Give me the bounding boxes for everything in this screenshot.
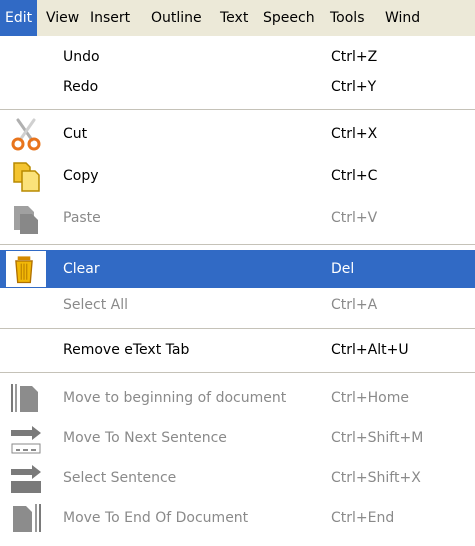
menu-view[interactable]: View [41, 0, 84, 36]
menu-separator [0, 109, 475, 110]
menu-item-label: Move To Next Sentence [63, 430, 227, 446]
menu-item-label: Remove eText Tab [63, 342, 190, 358]
menu-speech[interactable]: Speech [258, 0, 320, 36]
paste-icon [8, 200, 44, 236]
menu-separator [0, 372, 475, 373]
menu-item-label: Copy [63, 168, 99, 184]
menu-item-move-to-beginning[interactable]: Move to beginning of document Ctrl+Home [0, 378, 475, 418]
menu-item-label: Select Sentence [63, 470, 177, 486]
menu-item-shortcut: Ctrl+Home [331, 390, 409, 406]
menu-item-paste[interactable]: Paste Ctrl+V [0, 197, 475, 239]
menu-tools[interactable]: Tools [325, 0, 370, 36]
menu-separator [0, 244, 475, 245]
menu-item-label: Select All [63, 297, 128, 313]
next-sentence-icon [8, 420, 44, 456]
menu-item-copy[interactable]: Copy Ctrl+C [0, 155, 475, 197]
menu-item-redo[interactable]: Redo Ctrl+Y [0, 72, 475, 102]
menu-item-label: Cut [63, 126, 88, 142]
copy-icon [8, 158, 44, 194]
menu-item-move-to-end[interactable]: Move To End Of Document Ctrl+End [0, 498, 475, 538]
menu-separator [0, 328, 475, 329]
edit-menu-dropdown: Undo Ctrl+Z Redo Ctrl+Y Cut Ctrl+X Copy [0, 36, 475, 546]
menu-item-label: Undo [63, 49, 100, 65]
menu-item-shortcut: Ctrl+X [331, 126, 378, 142]
menu-item-shortcut: Ctrl+End [331, 510, 395, 526]
menu-item-shortcut: Ctrl+Shift+M [331, 430, 424, 446]
menu-item-shortcut: Ctrl+Alt+U [331, 342, 409, 358]
menu-item-shortcut: Del [331, 261, 355, 277]
menu-item-shortcut: Ctrl+A [331, 297, 378, 313]
menu-item-label: Clear [63, 261, 100, 277]
menu-item-move-to-next-sentence[interactable]: Move To Next Sentence Ctrl+Shift+M [0, 418, 475, 458]
menu-item-label: Move To End Of Document [63, 510, 249, 526]
move-to-beginning-icon [8, 380, 44, 416]
menu-item-shortcut: Ctrl+Y [331, 79, 377, 95]
menu-item-label: Paste [63, 210, 101, 226]
menu-item-remove-etext-tab[interactable]: Remove eText Tab Ctrl+Alt+U [0, 332, 475, 368]
menu-item-clear[interactable]: Clear Del [0, 250, 475, 288]
menu-item-label: Redo [63, 79, 99, 95]
menu-text[interactable]: Text [215, 0, 253, 36]
menu-bar: Edit View Insert Outline Text Speech Too… [0, 0, 475, 37]
menu-item-shortcut: Ctrl+V [331, 210, 378, 226]
menu-window[interactable]: Wind [380, 0, 425, 36]
menu-item-undo[interactable]: Undo Ctrl+Z [0, 42, 475, 72]
menu-edit[interactable]: Edit [0, 0, 38, 36]
menu-item-shortcut: Ctrl+Shift+X [331, 470, 421, 486]
menu-item-select-all[interactable]: Select All Ctrl+A [0, 288, 475, 322]
menu-item-shortcut: Ctrl+Z [331, 49, 378, 65]
menu-item-select-sentence[interactable]: Select Sentence Ctrl+Shift+X [0, 458, 475, 498]
menu-outline[interactable]: Outline [146, 0, 207, 36]
trash-icon [6, 251, 46, 287]
move-to-end-icon [8, 500, 44, 536]
select-sentence-icon [8, 460, 44, 496]
menu-item-label: Move to beginning of document [63, 390, 287, 406]
menu-item-shortcut: Ctrl+C [331, 168, 378, 184]
scissors-icon [8, 116, 44, 152]
menu-item-cut[interactable]: Cut Ctrl+X [0, 113, 475, 155]
menu-insert[interactable]: Insert [85, 0, 135, 36]
